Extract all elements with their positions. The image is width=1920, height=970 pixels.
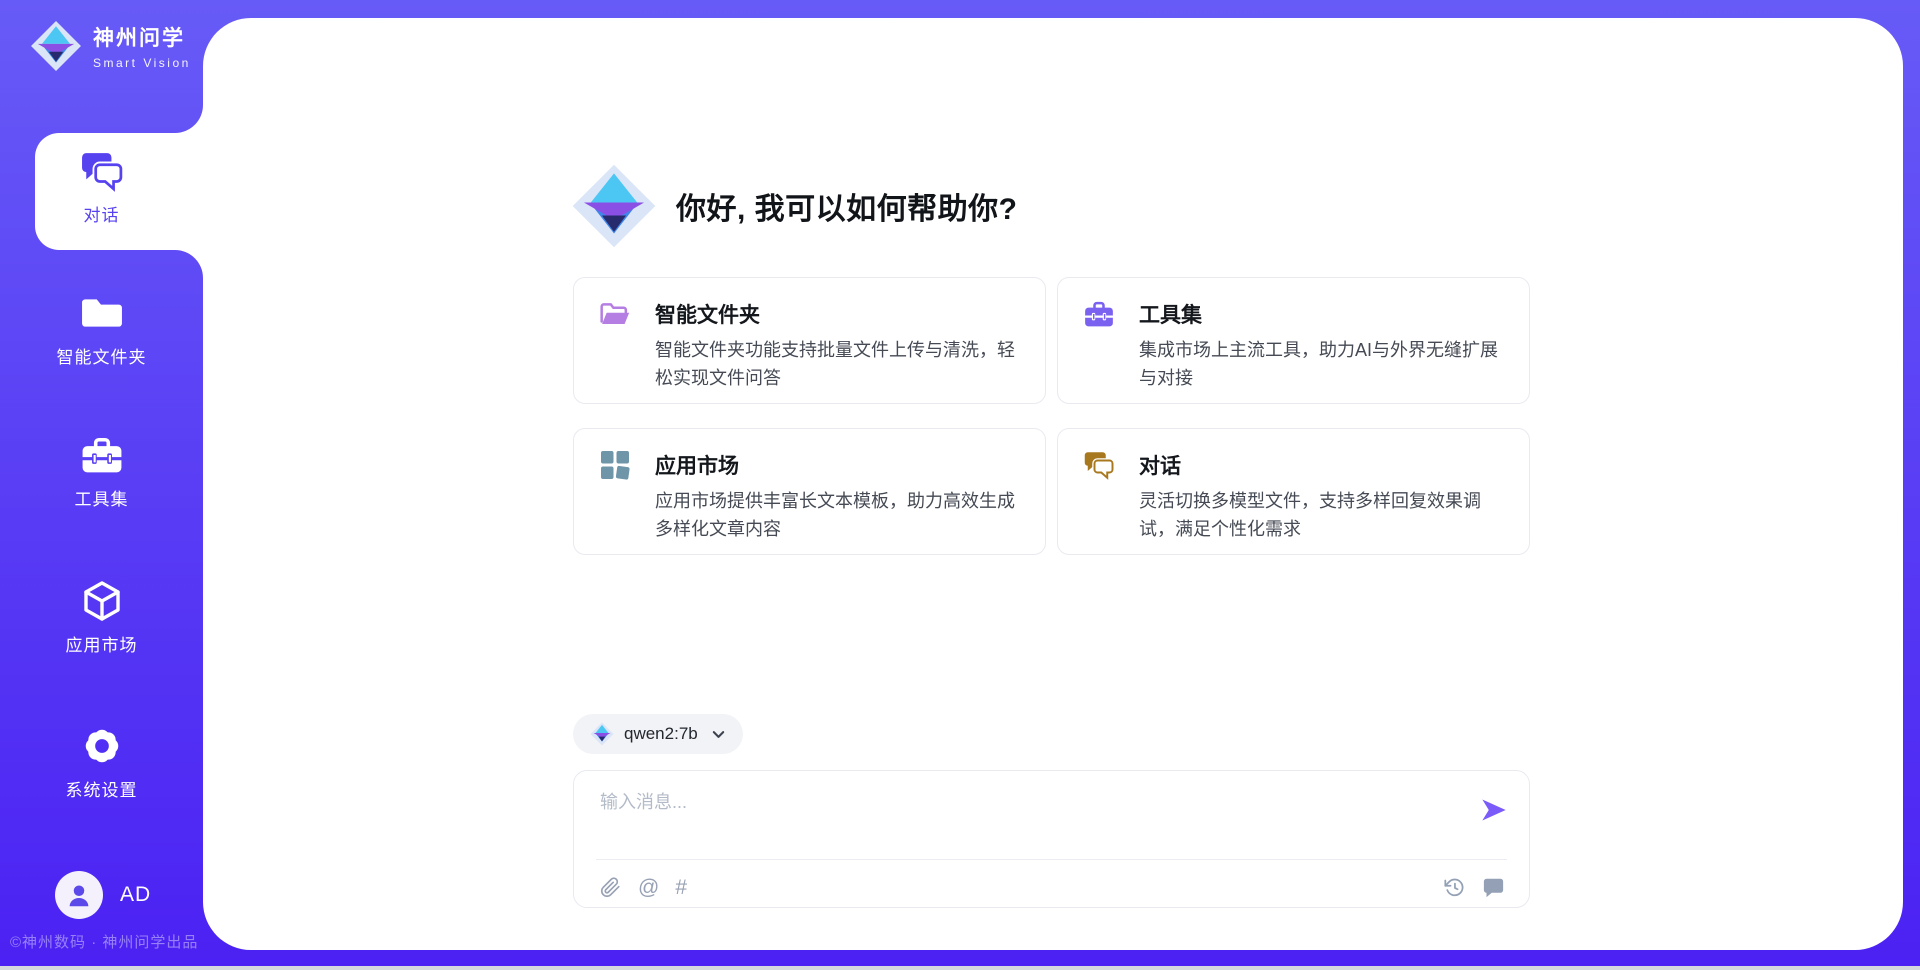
card-description: 集成市场上主流工具，助力AI与外界无缝扩展与对接 [1139, 336, 1505, 392]
avatar [55, 871, 103, 919]
card-title: 对话 [1139, 450, 1181, 480]
message-composer: @ # [573, 770, 1530, 908]
sidebar-item-label: 智能文件夹 [57, 343, 147, 368]
chat-bubble-icon [1483, 877, 1504, 898]
folder-open-icon [600, 299, 630, 329]
paperclip-icon [600, 877, 621, 898]
model-name: qwen2:7b [624, 724, 698, 744]
topic-button[interactable]: # [675, 877, 687, 898]
sidebar-footer: ©神州数码 · 神州问学出品 [10, 931, 198, 952]
brand-subtitle: Smart Vision [93, 56, 191, 70]
feature-card-app-market[interactable]: 应用市场 应用市场提供丰富长文本模板，助力高效生成多样化文章内容 [573, 428, 1046, 555]
folder-icon [81, 292, 123, 334]
send-icon [1480, 796, 1508, 824]
feature-cards: 智能文件夹 智能文件夹功能支持批量文件上传与清洗，轻松实现文件问答 [573, 277, 1530, 555]
feature-card-chat[interactable]: 对话 灵活切换多模型文件，支持多样回复效果调试，满足个性化需求 [1057, 428, 1530, 555]
toolbar-right [1442, 875, 1505, 899]
brand: 神州问学 Smart Vision [30, 20, 191, 72]
gear-icon [81, 725, 123, 767]
feature-card-smart-folder[interactable]: 智能文件夹 智能文件夹功能支持批量文件上传与清洗，轻松实现文件问答 [573, 277, 1046, 404]
model-logo-icon [590, 722, 614, 746]
user-initials: AD [120, 883, 151, 907]
card-description: 应用市场提供丰富长文本模板，助力高效生成多样化文章内容 [655, 487, 1021, 543]
hash-icon: # [675, 876, 687, 899]
brand-logo-icon [30, 20, 82, 72]
card-description: 灵活切换多模型文件，支持多样回复效果调试，满足个性化需求 [1139, 487, 1505, 543]
chat-bubbles-icon [1084, 450, 1114, 480]
card-title: 智能文件夹 [655, 299, 760, 329]
toolbox-icon [1084, 299, 1114, 329]
card-head: 对话 [1084, 450, 1505, 480]
sidebar-item-toolset[interactable]: 工具集 [0, 434, 203, 510]
toolbox-icon [81, 434, 123, 476]
sidebar-item-label: 应用市场 [66, 631, 138, 656]
chevron-down-icon [711, 727, 726, 742]
card-head: 智能文件夹 [600, 299, 1021, 329]
message-input[interactable] [598, 786, 1442, 852]
history-button[interactable] [1442, 875, 1466, 899]
chat-icon [81, 150, 123, 192]
composer-toolbar: @ # [598, 870, 1505, 904]
sidebar-item-label: 系统设置 [66, 776, 138, 801]
sidebar-item-chat[interactable]: 对话 [0, 150, 203, 226]
sidebar-item-smart-folder[interactable]: 智能文件夹 [0, 292, 203, 368]
card-title: 应用市场 [655, 450, 739, 480]
page-title: 你好, 我可以如何帮助你? [676, 184, 1018, 228]
window-edge [0, 966, 1920, 970]
greeting: 你好, 我可以如何帮助你? [571, 163, 1018, 249]
send-button[interactable] [1480, 796, 1508, 824]
card-description: 智能文件夹功能支持批量文件上传与清洗，轻松实现文件问答 [655, 336, 1021, 392]
brand-name: 神州问学 [93, 22, 191, 52]
card-head: 应用市场 [600, 450, 1021, 480]
sidebar-item-label: 对话 [84, 201, 120, 226]
grid-icon [600, 450, 630, 480]
person-icon [64, 880, 94, 910]
user-account[interactable]: AD [55, 871, 151, 919]
composer-divider [596, 859, 1507, 860]
card-title: 工具集 [1139, 299, 1202, 329]
sidebar-item-settings[interactable]: 系统设置 [0, 725, 203, 801]
brand-text: 神州问学 Smart Vision [93, 22, 191, 70]
feedback-button[interactable] [1481, 875, 1505, 899]
history-icon [1444, 877, 1465, 898]
greeting-logo-icon [571, 163, 657, 249]
at-icon: @ [638, 876, 659, 899]
feature-card-toolset[interactable]: 工具集 集成市场上主流工具，助力AI与外界无缝扩展与对接 [1057, 277, 1530, 404]
cube-icon [81, 580, 123, 622]
sidebar-item-app-market[interactable]: 应用市场 [0, 580, 203, 656]
model-selector[interactable]: qwen2:7b [573, 714, 743, 754]
sidebar-item-label: 工具集 [75, 485, 129, 510]
mention-button[interactable]: @ [638, 877, 659, 898]
attach-button[interactable] [598, 875, 622, 899]
card-head: 工具集 [1084, 299, 1505, 329]
